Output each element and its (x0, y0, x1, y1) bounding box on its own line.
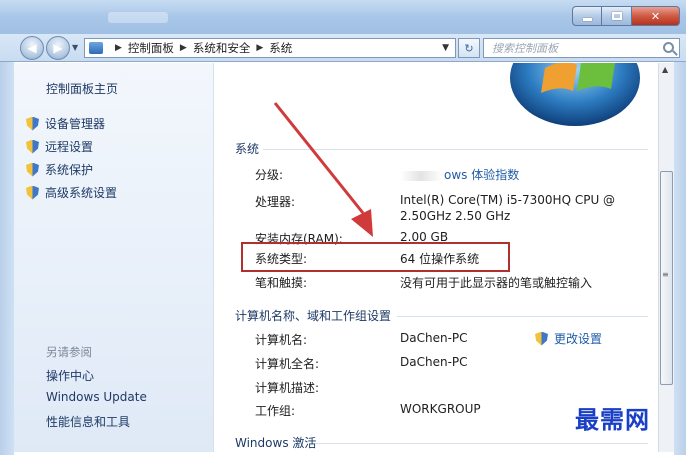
shield-icon (26, 139, 39, 154)
pen-touch-value: 没有可用于此显示器的笔或触控输入 (400, 276, 593, 290)
sidebar-item-device-manager[interactable]: 设备管理器 (26, 115, 105, 132)
windows-logo-icon (510, 63, 647, 126)
rating-label: 分级: (255, 168, 284, 182)
sidebar-item-label: 设备管理器 (45, 117, 106, 131)
breadcrumb-separator-icon: ▶ (179, 43, 187, 53)
sidebar-link-windows-update[interactable]: Windows Update (46, 390, 147, 404)
close-icon: ✕ (650, 9, 661, 23)
see-also-heading: 另请参阅 (46, 345, 92, 359)
breadcrumb-separator-icon: ▶ (256, 43, 264, 53)
navigation-bar: ◀ ▶ ▼ ▶ 控制面板 ▶ 系统和安全 ▶ 系统 ▼ ↻ (0, 34, 686, 62)
rating-link[interactable]: ows 体验指数 (400, 166, 519, 183)
computer-name-label: 计算机名: (255, 333, 308, 347)
shield-icon (26, 185, 39, 200)
window-frame-left (0, 62, 14, 455)
address-bar[interactable]: ▶ 控制面板 ▶ 系统和安全 ▶ 系统 ▼ (84, 38, 456, 58)
shield-icon (535, 331, 548, 346)
sidebar-link-performance-tools[interactable]: 性能信息和工具 (46, 413, 130, 430)
search-box[interactable] (483, 38, 680, 58)
change-settings-link[interactable]: 更改设置 (535, 330, 602, 347)
window-frame-right (674, 62, 686, 455)
search-icon[interactable] (663, 42, 674, 53)
section-divider (315, 443, 648, 444)
full-computer-name-label: 计算机全名: (255, 357, 320, 371)
section-divider (397, 316, 648, 317)
search-input[interactable] (492, 41, 652, 55)
computer-section-title: 计算机名称、域和工作组设置 (235, 309, 392, 323)
scroll-grip-icon: ≡ (662, 270, 669, 279)
breadcrumb-system[interactable]: 系统 (269, 40, 292, 56)
main-content: 系统 分级: ows 体验指数 处理器: Intel(R) Core(TM) i… (215, 63, 658, 452)
sidebar-item-label: 高级系统设置 (45, 186, 118, 200)
close-button[interactable]: ✕ (632, 6, 680, 26)
breadcrumb-separator-icon: ▶ (115, 43, 122, 53)
processor-label: 处理器: (255, 195, 296, 209)
breadcrumb-control-panel[interactable]: 控制面板 (128, 40, 174, 56)
back-button[interactable]: ◀ (20, 36, 44, 60)
computer-name-value: DaChen-PC (400, 331, 468, 345)
pen-touch-label: 笔和触摸: (255, 276, 308, 290)
window-controls: ✕ (572, 6, 680, 28)
title-bar: ✕ (0, 0, 686, 38)
window-title-blurred (108, 12, 168, 23)
refresh-icon: ↻ (464, 41, 474, 55)
maximize-icon (611, 12, 622, 20)
refresh-button[interactable]: ↻ (458, 38, 480, 58)
sidebar-item-system-protection[interactable]: 系统保护 (26, 161, 93, 178)
back-arrow-icon: ◀ (27, 41, 37, 55)
forward-button[interactable]: ▶ (46, 36, 70, 60)
section-divider (263, 149, 648, 150)
sidebar-item-advanced-settings[interactable]: 高级系统设置 (26, 184, 117, 201)
breadcrumb-system-security[interactable]: 系统和安全 (193, 40, 251, 56)
maximize-button[interactable] (602, 6, 632, 26)
activation-section-title: Windows 激活 (235, 436, 317, 450)
arrow-head (351, 209, 373, 237)
minimize-button[interactable] (572, 6, 602, 26)
system-section-title: 系统 (235, 142, 260, 156)
sidebar-item-label: 远程设置 (45, 140, 94, 154)
computer-description-label: 计算机描述: (255, 381, 320, 395)
change-settings-label: 更改设置 (554, 332, 603, 346)
sidebar-link-action-center[interactable]: 操作中心 (46, 367, 94, 384)
processor-speed-value: 2.50GHz 2.50 GHz (400, 209, 511, 223)
watermark: 最需网 (575, 405, 650, 434)
full-computer-name-value: DaChen-PC (400, 355, 468, 369)
blurred-text (400, 170, 442, 181)
system-type-label: 系统类型: (255, 252, 308, 266)
sidebar-item-label: 系统保护 (45, 163, 94, 177)
workgroup-label: 工作组: (255, 404, 296, 418)
address-dropdown-icon[interactable]: ▼ (442, 43, 449, 53)
recent-pages-dropdown-icon[interactable]: ▼ (72, 43, 78, 52)
shield-icon (26, 162, 39, 177)
sidebar-item-remote-settings[interactable]: 远程设置 (26, 138, 93, 155)
shield-icon (26, 116, 39, 131)
system-type-value: 64 位操作系统 (400, 252, 480, 266)
control-panel-icon (89, 42, 103, 54)
vertical-scrollbar[interactable]: ▲ ≡ (658, 63, 674, 452)
processor-value: Intel(R) Core(TM) i5-7300HQ CPU @ (400, 193, 616, 207)
scroll-up-icon[interactable]: ▲ (662, 65, 668, 74)
workgroup-value: WORKGROUP (400, 402, 481, 416)
forward-arrow-icon: ▶ (53, 41, 63, 55)
minimize-icon (582, 17, 592, 21)
sidebar-home-link[interactable]: 控制面板主页 (46, 80, 118, 97)
sidebar: 控制面板主页 设备管理器 远程设置 系统保护 高级系统设置 另请参阅 操作中心 … (14, 63, 214, 452)
